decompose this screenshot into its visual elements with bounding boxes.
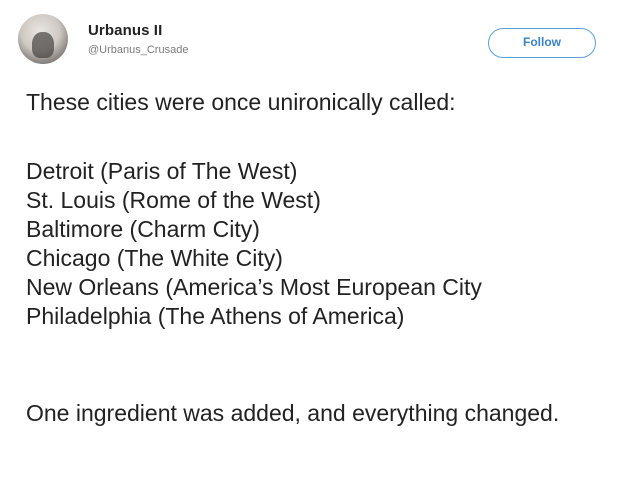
author-name[interactable]: Urbanus II	[88, 22, 162, 39]
list-item: Philadelphia (The Athens of America)	[26, 303, 405, 329]
tweet-card: Urbanus II @Urbanus_Crusade Follow These…	[0, 0, 618, 477]
tweet-outro: One ingredient was added, and everything…	[26, 400, 560, 426]
list-item: St. Louis (Rome of the West)	[26, 187, 321, 213]
avatar-figure	[32, 32, 54, 58]
author-handle[interactable]: @Urbanus_Crusade	[88, 44, 188, 56]
list-item: New Orleans (America’s Most European Cit…	[26, 274, 482, 300]
list-item: Detroit (Paris of The West)	[26, 158, 298, 184]
tweet-intro: These cities were once unironically call…	[26, 89, 456, 115]
list-item: Baltimore (Charm City)	[26, 216, 260, 242]
avatar[interactable]	[18, 14, 68, 64]
follow-button[interactable]: Follow	[488, 28, 596, 58]
city-list: Detroit (Paris of The West) St. Louis (R…	[26, 157, 482, 331]
list-item: Chicago (The White City)	[26, 245, 283, 271]
